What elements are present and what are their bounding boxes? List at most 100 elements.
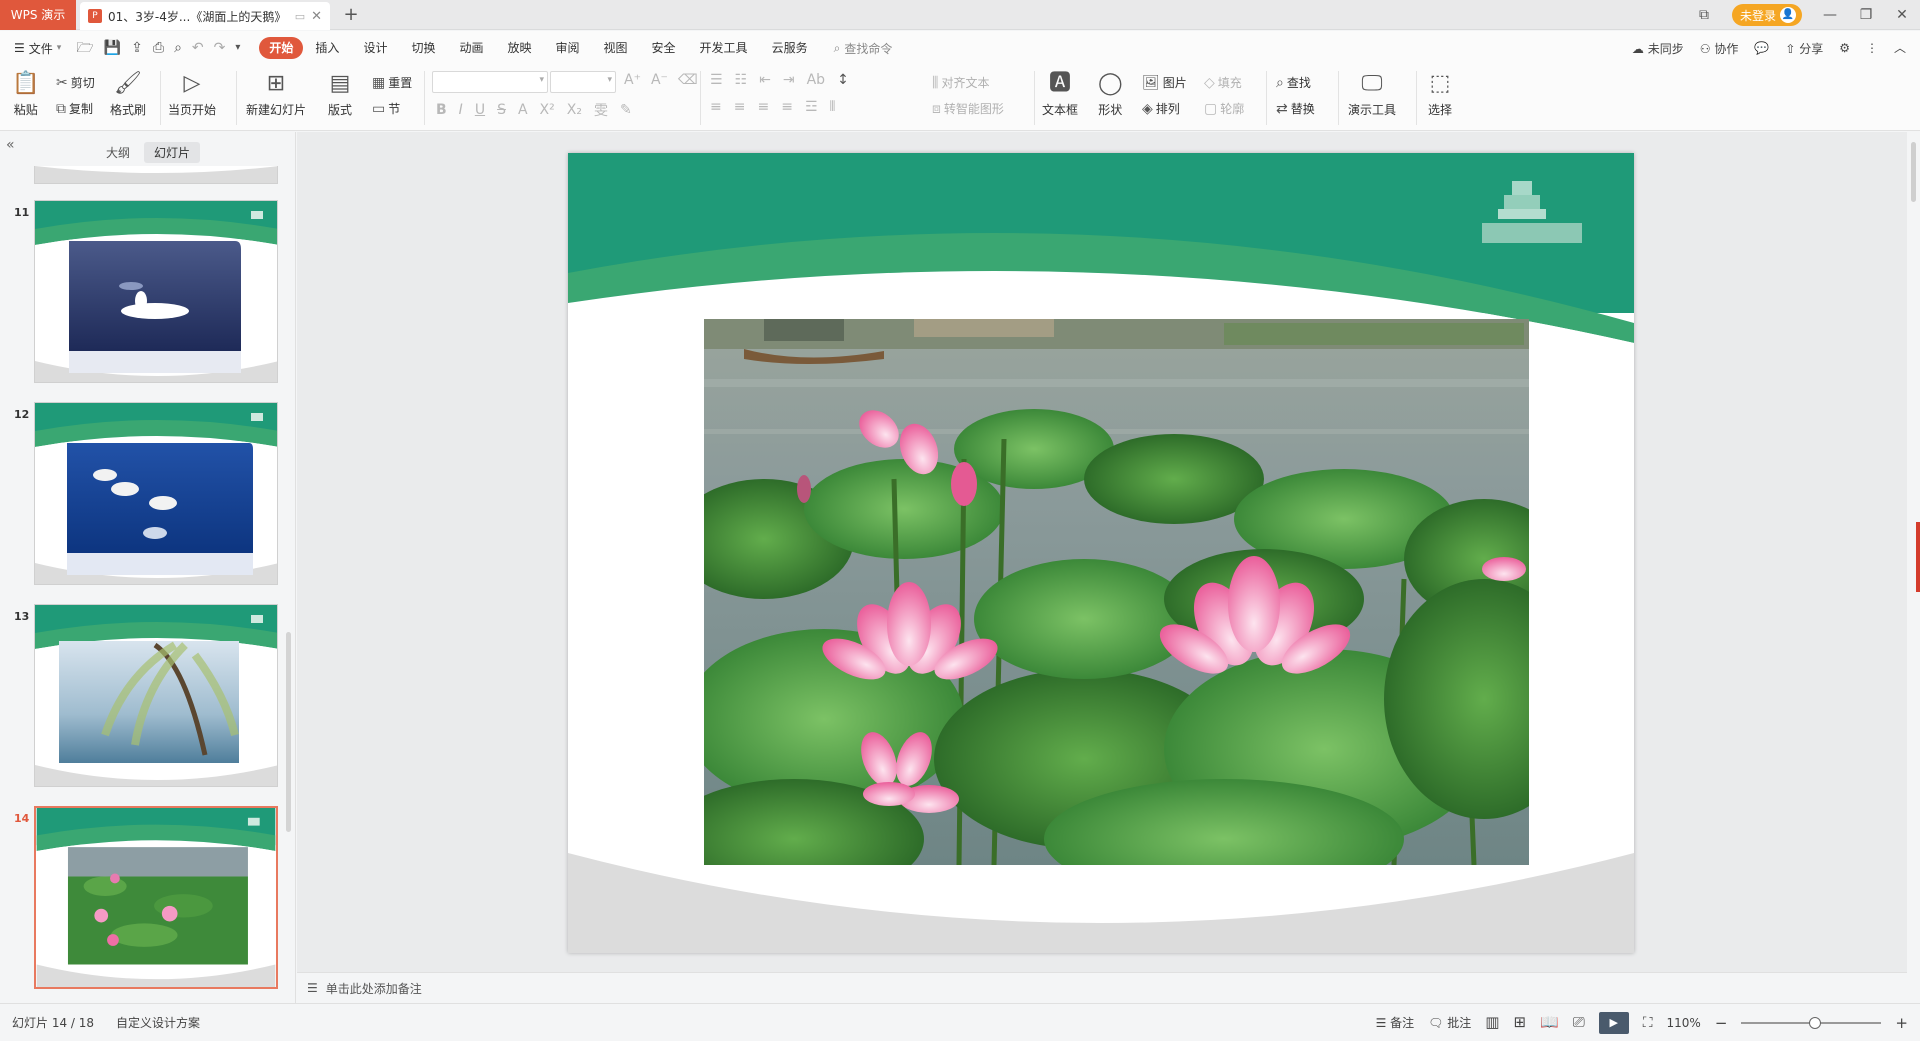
- strikethrough-icon[interactable]: S: [497, 102, 506, 118]
- superscript-icon[interactable]: X²: [540, 102, 555, 118]
- zoom-slider[interactable]: [1741, 1016, 1882, 1029]
- print-preview-icon[interactable]: ⌕: [169, 41, 187, 55]
- restore-icon[interactable]: ❐: [1848, 7, 1884, 23]
- clear-format-icon[interactable]: ⌫: [678, 73, 698, 87]
- fill-button[interactable]: ◇ 填充: [1204, 74, 1242, 91]
- tab-home[interactable]: 开始: [259, 37, 304, 59]
- collapse-ribbon-icon[interactable]: ︿: [1894, 42, 1906, 54]
- login-button[interactable]: 未登录 👤: [1731, 4, 1802, 26]
- more-options-icon[interactable]: ⋮: [1866, 42, 1878, 54]
- notes-pane[interactable]: ☰ 单击此处添加备注: [297, 972, 1907, 1003]
- tab-design[interactable]: 设计: [351, 37, 399, 59]
- columns-icon[interactable]: ⫴: [830, 100, 836, 114]
- arrange-button[interactable]: ◈ 排列: [1142, 100, 1180, 117]
- slideshow-play-button[interactable]: ▶: [1598, 1011, 1629, 1034]
- tab-slides[interactable]: 幻灯片: [144, 142, 201, 163]
- subscript-icon[interactable]: X₂: [567, 102, 582, 118]
- customize-qa-icon[interactable]: ▾: [230, 43, 245, 53]
- font-color-icon[interactable]: A: [518, 102, 528, 118]
- thumbnail-scrollbar[interactable]: [286, 632, 291, 832]
- workspace-switch-icon[interactable]: ⧉: [1686, 7, 1722, 23]
- align-text-button[interactable]: ⫼ 对齐文本: [932, 74, 989, 91]
- close-tab-icon[interactable]: ✕: [311, 9, 322, 24]
- fit-to-window-icon[interactable]: ⛶: [1643, 1016, 1653, 1030]
- open-folder-icon[interactable]: 🗁: [71, 41, 98, 55]
- font-name-select[interactable]: [432, 71, 548, 93]
- bullets-icon[interactable]: ☰: [710, 73, 723, 87]
- tab-slideshow[interactable]: 放映: [495, 37, 543, 59]
- align-center-icon[interactable]: ≡: [734, 100, 746, 114]
- slide-thumbnail-14[interactable]: [34, 806, 278, 989]
- indent-icon[interactable]: ⇥: [783, 73, 795, 87]
- cut-button[interactable]: ✂ 剪切: [56, 74, 95, 91]
- scrollbar-thumb[interactable]: [1911, 142, 1916, 202]
- lotus-photo[interactable]: [704, 319, 1529, 865]
- text-direction-icon[interactable]: Ab: [807, 73, 825, 87]
- highlight-icon[interactable]: ✎: [620, 102, 632, 118]
- tab-security[interactable]: 安全: [640, 37, 688, 59]
- tab-insert[interactable]: 插入: [303, 37, 351, 59]
- undo-icon[interactable]: ↶: [187, 41, 209, 55]
- tab-developer[interactable]: 开发工具: [688, 37, 760, 59]
- tab-cloud[interactable]: 云服务: [760, 37, 820, 59]
- line-spacing-icon[interactable]: ↕: [837, 73, 849, 87]
- tab-view[interactable]: 视图: [592, 37, 640, 59]
- paste-button[interactable]: 📋 粘贴: [12, 71, 39, 118]
- new-tab-button[interactable]: +: [340, 4, 362, 26]
- print-icon[interactable]: ⎙: [148, 41, 169, 55]
- select-button[interactable]: ⬚ 选择: [1428, 71, 1452, 118]
- italic-icon[interactable]: I: [459, 102, 463, 118]
- font-grow-icon[interactable]: A⁺: [624, 73, 641, 87]
- slide-thumbnail-11[interactable]: [34, 200, 278, 383]
- reading-view-icon[interactable]: 📖: [1540, 1015, 1559, 1030]
- format-painter-button[interactable]: 🖌 格式刷: [110, 71, 146, 118]
- reset-button[interactable]: ▦ 重置: [372, 74, 412, 91]
- comments-button[interactable]: 🗨 批注: [1428, 1014, 1471, 1031]
- sync-button[interactable]: ☁ 未同步: [1632, 40, 1684, 57]
- collapse-panel-icon[interactable]: «: [6, 138, 15, 152]
- share-button[interactable]: ⇧ 分享: [1785, 40, 1823, 57]
- smartart-button[interactable]: ⧈ 转智能图形: [932, 100, 1004, 117]
- tab-review[interactable]: 审阅: [544, 37, 592, 59]
- redo-icon[interactable]: ↷: [209, 41, 231, 55]
- command-search[interactable]: ⌕ 查找命令: [820, 40, 893, 57]
- align-right-icon[interactable]: ≡: [757, 100, 769, 114]
- numbering-icon[interactable]: ☷: [735, 73, 748, 87]
- export-icon[interactable]: ⇪: [126, 41, 148, 55]
- justify-icon[interactable]: ≡: [781, 100, 793, 114]
- font-shrink-icon[interactable]: A⁻: [651, 73, 668, 87]
- underline-icon[interactable]: U: [475, 102, 485, 118]
- close-window-icon[interactable]: ✕: [1884, 7, 1920, 23]
- file-menu-button[interactable]: ☰ 文件 ▾: [0, 40, 71, 57]
- outdent-icon[interactable]: ⇤: [759, 73, 771, 87]
- presenter-view-icon[interactable]: ⎚: [1573, 1015, 1585, 1030]
- slide-thumbnail-partial[interactable]: [34, 166, 278, 184]
- outline-button[interactable]: ▢ 轮廓: [1204, 100, 1244, 117]
- save-icon[interactable]: 💾: [99, 41, 126, 55]
- tab-animation[interactable]: 动画: [447, 37, 495, 59]
- comment-bubble-icon[interactable]: 💬: [1754, 42, 1769, 54]
- present-tools-button[interactable]: 🖵 演示工具: [1348, 71, 1396, 118]
- distribute-icon[interactable]: ☲: [805, 100, 818, 114]
- window-restore-icon[interactable]: ▭: [295, 10, 305, 23]
- textbox-button[interactable]: 🅰 文本框: [1042, 71, 1078, 118]
- from-current-button[interactable]: ▷ 当页开始: [168, 71, 216, 118]
- normal-view-icon[interactable]: ▥: [1485, 1015, 1499, 1030]
- zoom-out-button[interactable]: −: [1715, 1014, 1728, 1032]
- zoom-in-button[interactable]: +: [1895, 1014, 1908, 1032]
- slide-thumbnail-13[interactable]: [34, 604, 278, 787]
- settings-gear-icon[interactable]: ⚙: [1839, 42, 1850, 54]
- minimize-icon[interactable]: —: [1812, 7, 1848, 23]
- new-slide-button[interactable]: ⊞ 新建幻灯片: [246, 71, 306, 118]
- tab-outline[interactable]: 大纲: [96, 142, 140, 163]
- shapes-button[interactable]: ◯ 形状: [1098, 71, 1123, 118]
- align-left-icon[interactable]: ≡: [710, 100, 722, 114]
- replace-button[interactable]: ⇄ 替换: [1276, 100, 1315, 117]
- notes-toggle-button[interactable]: ☰ 备注: [1376, 1014, 1415, 1031]
- find-button[interactable]: ⌕ 查找: [1276, 74, 1311, 91]
- bold-icon[interactable]: B: [436, 102, 447, 118]
- layout-button[interactable]: ▤ 版式: [328, 71, 352, 118]
- slide-sorter-icon[interactable]: ⊞: [1513, 1015, 1526, 1030]
- section-button[interactable]: ▭ 节: [372, 100, 400, 117]
- zoom-slider-knob[interactable]: [1809, 1016, 1822, 1029]
